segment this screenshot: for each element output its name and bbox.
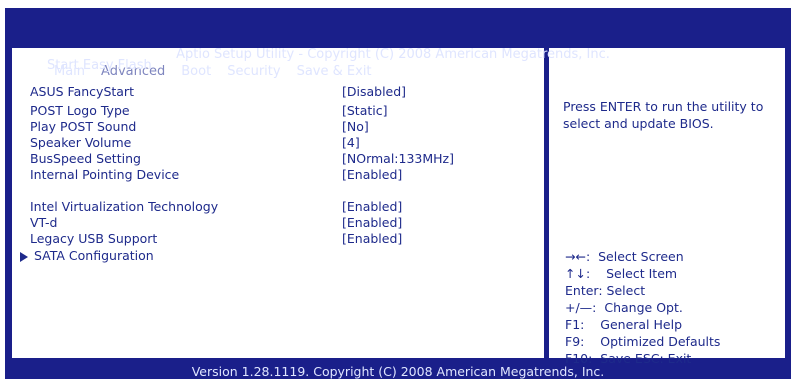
setting-busspeed-value[interactable]: [NOrmal:133MHz] bbox=[342, 151, 454, 166]
settings-panel: ASUS FancyStart [Disabled] POST Logo Typ… bbox=[10, 46, 546, 360]
legend-desc: General Help bbox=[600, 317, 682, 332]
legend-key: F9: bbox=[565, 334, 585, 349]
legend-key: Enter: bbox=[565, 283, 603, 298]
setting-asus-fancystart-label[interactable]: ASUS FancyStart bbox=[30, 84, 134, 99]
legend-key: F1: bbox=[565, 317, 585, 332]
legend-row: F1: General Help bbox=[565, 316, 785, 333]
setting-vt-d-value[interactable]: [Enabled] bbox=[342, 215, 402, 230]
submenu-sata-configuration[interactable]: SATA Configuration bbox=[20, 248, 154, 263]
legend-row: →←: Select Screen bbox=[565, 248, 785, 265]
help-text: Press ENTER to run the utility to select… bbox=[563, 99, 764, 131]
setting-speaker-volume-label[interactable]: Speaker Volume bbox=[30, 135, 131, 150]
legend-desc: Change Opt. bbox=[604, 300, 683, 315]
setting-internal-pointing-device-label[interactable]: Internal Pointing Device bbox=[30, 167, 179, 182]
legend-row: Enter: Select bbox=[565, 282, 785, 299]
help-panel: Press ENTER to run the utility to select… bbox=[547, 46, 787, 366]
legend-desc: Select bbox=[606, 283, 646, 298]
tab-security[interactable]: Security bbox=[219, 61, 288, 82]
setting-intel-virtualization-label[interactable]: Intel Virtualization Technology bbox=[30, 199, 218, 214]
setting-legacy-usb-support-label[interactable]: Legacy USB Support bbox=[30, 231, 157, 246]
setting-vt-d-label[interactable]: VT-d bbox=[30, 215, 57, 230]
start-easy-flash[interactable]: Start Easy Flash bbox=[47, 58, 152, 73]
setting-busspeed-label[interactable]: BusSpeed Setting bbox=[30, 151, 141, 166]
legend-desc: Optimized Defaults bbox=[600, 334, 721, 349]
tab-save-exit[interactable]: Save & Exit bbox=[289, 61, 380, 82]
footer-version: Version 1.28.1119. Copyright (C) 2008 Am… bbox=[191, 364, 605, 379]
setting-internal-pointing-device-value[interactable]: [Enabled] bbox=[342, 167, 402, 182]
setting-intel-virtualization-value[interactable]: [Enabled] bbox=[342, 199, 402, 214]
arrows-left-right-icon: →←: bbox=[565, 249, 591, 264]
setting-legacy-usb-support-value[interactable]: [Enabled] bbox=[342, 231, 402, 246]
legend-row: +/—: Change Opt. bbox=[565, 299, 785, 316]
legend-key: +/—: bbox=[565, 300, 597, 315]
submenu-arrow-icon bbox=[20, 251, 28, 262]
legend-desc: Select Item bbox=[606, 266, 678, 281]
legend-desc: Select Screen bbox=[598, 249, 684, 264]
setting-play-post-sound-label[interactable]: Play POST Sound bbox=[30, 119, 136, 134]
submenu-sata-configuration-label: SATA Configuration bbox=[34, 248, 154, 263]
key-legend: →←: Select Screen ↑↓: Select Item Enter:… bbox=[565, 248, 785, 367]
setting-post-logo-type-value[interactable]: [Static] bbox=[342, 103, 388, 118]
legend-row: ↑↓: Select Item bbox=[565, 265, 785, 282]
setting-post-logo-type-label[interactable]: POST Logo Type bbox=[30, 103, 130, 118]
setting-speaker-volume-value[interactable]: [4] bbox=[342, 135, 360, 150]
legend-row: F9: Optimized Defaults bbox=[565, 333, 785, 350]
tab-boot[interactable]: Boot bbox=[173, 61, 219, 82]
setting-asus-fancystart-value[interactable]: [Disabled] bbox=[342, 84, 406, 99]
arrows-up-down-icon: ↑↓: bbox=[565, 266, 591, 281]
setting-play-post-sound-value[interactable]: [No] bbox=[342, 119, 369, 134]
